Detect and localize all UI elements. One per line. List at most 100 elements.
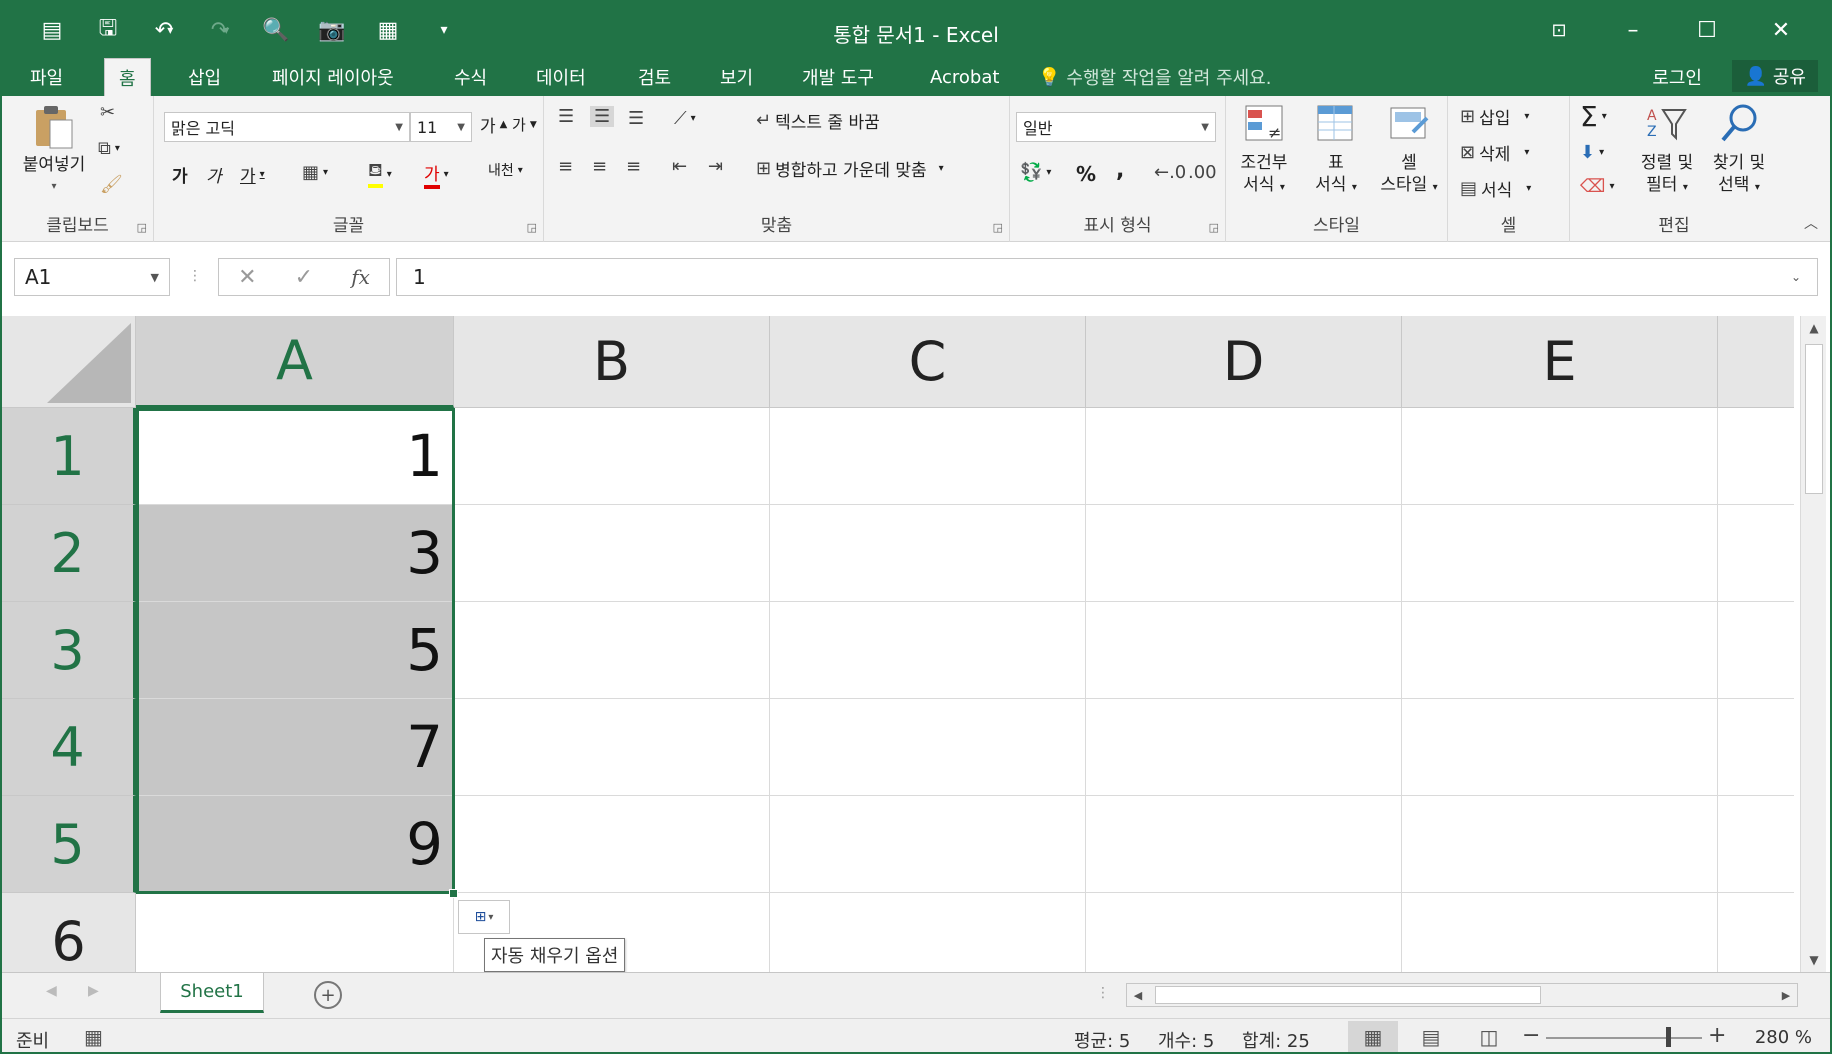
expand-formula-bar-icon[interactable]: ⌄ (1791, 270, 1801, 284)
cell-d6[interactable] (1086, 893, 1402, 972)
zoom-slider[interactable] (1546, 1037, 1702, 1039)
number-format-select[interactable]: 일반 ▼ (1016, 112, 1216, 142)
insert-function-icon[interactable]: fx (351, 265, 370, 289)
font-launcher-icon[interactable]: ◲ (527, 221, 537, 234)
column-header-a[interactable]: A (136, 316, 454, 408)
cancel-icon[interactable]: ✕ (238, 265, 256, 290)
align-bottom-button[interactable]: ☰ (628, 108, 644, 129)
collapse-ribbon-icon[interactable]: ︿ (1804, 213, 1818, 233)
cell-d4[interactable] (1086, 699, 1402, 796)
cell-b3[interactable] (454, 602, 770, 699)
cell-e5[interactable] (1402, 796, 1718, 893)
cell-a2[interactable]: 3 (136, 505, 454, 602)
scroll-right-icon[interactable]: ▶ (1775, 984, 1797, 1006)
row-header-5[interactable]: 5 (2, 796, 136, 893)
share-button[interactable]: 👤 공유 (1732, 60, 1818, 92)
merge-center-button[interactable]: ⊞ 병합하고 가운데 맞춤 ▾ (756, 156, 944, 181)
column-header-c[interactable]: C (770, 316, 1086, 408)
decrease-decimal-button[interactable]: .00 (1188, 162, 1217, 183)
paste-button[interactable]: 붙여넣기 ▾ (12, 104, 96, 198)
zoom-out-icon[interactable]: − (1522, 1023, 1540, 1048)
tell-me-box[interactable]: 💡 수행할 작업을 알려 주세요. (1038, 64, 1271, 90)
tab-home[interactable]: 홈 (104, 58, 151, 96)
cell-d5[interactable] (1086, 796, 1402, 893)
cell-d1[interactable] (1086, 408, 1402, 505)
column-header-e[interactable]: E (1402, 316, 1718, 408)
tab-insert[interactable]: 삽입 (174, 58, 235, 96)
increase-decimal-button[interactable]: ←.0 (1154, 162, 1186, 183)
tab-splitter-handle[interactable]: ⋮ (1096, 985, 1110, 1001)
font-name-select[interactable]: 맑은 고딕 ▼ (164, 112, 410, 142)
italic-button[interactable]: 가 (206, 162, 222, 187)
select-all-button[interactable] (2, 316, 136, 408)
underline-button[interactable]: 가 ▾ (240, 162, 265, 187)
tab-view[interactable]: 보기 (706, 58, 767, 96)
orientation-button[interactable]: ⟋ ▾ (674, 108, 696, 129)
fill-button[interactable]: ⬇ ▾ (1580, 142, 1604, 163)
borders-button[interactable]: ▦ ▾ (302, 162, 328, 183)
comma-button[interactable]: , (1116, 158, 1124, 183)
grow-font-button[interactable]: 가 ▲ (480, 112, 507, 137)
row-header-4[interactable]: 4 (2, 699, 136, 796)
scroll-left-icon[interactable]: ◀ (1127, 984, 1149, 1006)
cell-f6[interactable] (1718, 893, 1794, 972)
page-break-view-icon[interactable]: ◫ (1464, 1021, 1514, 1052)
auto-fill-options-button[interactable]: ⊞ ▾ (458, 900, 510, 934)
tab-page-layout[interactable]: 페이지 레이아웃 (258, 58, 408, 96)
cell-styles-button[interactable]: 셀 스타일 ▾ (1372, 102, 1446, 199)
wrap-text-button[interactable]: ↵ 텍스트 줄 바꿈 (756, 108, 880, 133)
accounting-format-button[interactable]: 💱 ▾ (1020, 162, 1051, 183)
percent-button[interactable]: % (1076, 162, 1096, 186)
cell-f4[interactable] (1718, 699, 1794, 796)
align-center-button[interactable]: ≡ (592, 156, 607, 177)
close-button[interactable]: ✕ (1744, 10, 1818, 50)
scroll-up-icon[interactable]: ▲ (1801, 316, 1827, 340)
prev-sheet-icon[interactable]: ◀ (46, 983, 57, 999)
fill-color-button[interactable]: ⛾ ▾ (368, 160, 392, 188)
enter-icon[interactable]: ✓ (295, 265, 313, 290)
maximize-button[interactable]: ☐ (1670, 10, 1744, 50)
cell-f1[interactable] (1718, 408, 1794, 505)
vertical-scroll-thumb[interactable] (1805, 344, 1823, 494)
cell-a3[interactable]: 5 (136, 602, 454, 699)
tab-developer[interactable]: 개발 도구 (788, 58, 888, 96)
align-right-button[interactable]: ≡ (626, 156, 641, 177)
format-as-table-button[interactable]: 표 서식 ▾ (1304, 102, 1368, 199)
shrink-font-button[interactable]: 가 ▼ (512, 114, 537, 135)
cell-e6[interactable] (1402, 893, 1718, 972)
name-box[interactable]: A1 ▼ (14, 258, 170, 296)
page-layout-view-icon[interactable]: ▤ (1406, 1021, 1456, 1052)
splitter-handle[interactable]: ⋮ (188, 268, 202, 284)
sort-filter-button[interactable]: A Z 정렬 및 필터 ▾ (1632, 102, 1702, 199)
formula-input[interactable]: 1 ⌄ (396, 258, 1818, 296)
column-header-b[interactable]: B (454, 316, 770, 408)
login-link[interactable]: 로그인 (1652, 64, 1702, 90)
zoom-in-icon[interactable]: + (1708, 1023, 1726, 1048)
cell-b1[interactable] (454, 408, 770, 505)
cell-a6[interactable] (136, 893, 454, 972)
align-top-button[interactable]: ☰ (558, 106, 574, 127)
cell-d3[interactable] (1086, 602, 1402, 699)
macro-recording-icon[interactable]: ▦ (84, 1025, 103, 1049)
horizontal-scrollbar[interactable]: ◀ ▶ (1126, 983, 1798, 1007)
zoom-level[interactable]: 280 % (1755, 1027, 1812, 1048)
cell-c4[interactable] (770, 699, 1086, 796)
horizontal-scroll-thumb[interactable] (1155, 986, 1541, 1004)
zoom-slider-thumb[interactable] (1666, 1027, 1671, 1047)
cell-a5[interactable]: 9 (136, 796, 454, 893)
find-select-button[interactable]: 찾기 및 선택 ▾ (1704, 102, 1774, 199)
tab-review[interactable]: 검토 (624, 58, 685, 96)
cell-a4[interactable]: 7 (136, 699, 454, 796)
cell-c5[interactable] (770, 796, 1086, 893)
alignment-launcher-icon[interactable]: ◲ (993, 221, 1003, 234)
ribbon-display-icon[interactable]: ⊡ (1522, 10, 1596, 50)
minimize-button[interactable]: – (1596, 10, 1670, 50)
cell-f5[interactable] (1718, 796, 1794, 893)
row-header-2[interactable]: 2 (2, 505, 136, 602)
cell-b4[interactable] (454, 699, 770, 796)
cell-e2[interactable] (1402, 505, 1718, 602)
tab-file[interactable]: 파일 (16, 58, 77, 96)
align-middle-button[interactable]: ☰ (590, 106, 615, 127)
insert-cells-button[interactable]: ⊞ 삽입 ▾ (1460, 104, 1529, 129)
align-left-button[interactable]: ≡ (558, 156, 573, 177)
